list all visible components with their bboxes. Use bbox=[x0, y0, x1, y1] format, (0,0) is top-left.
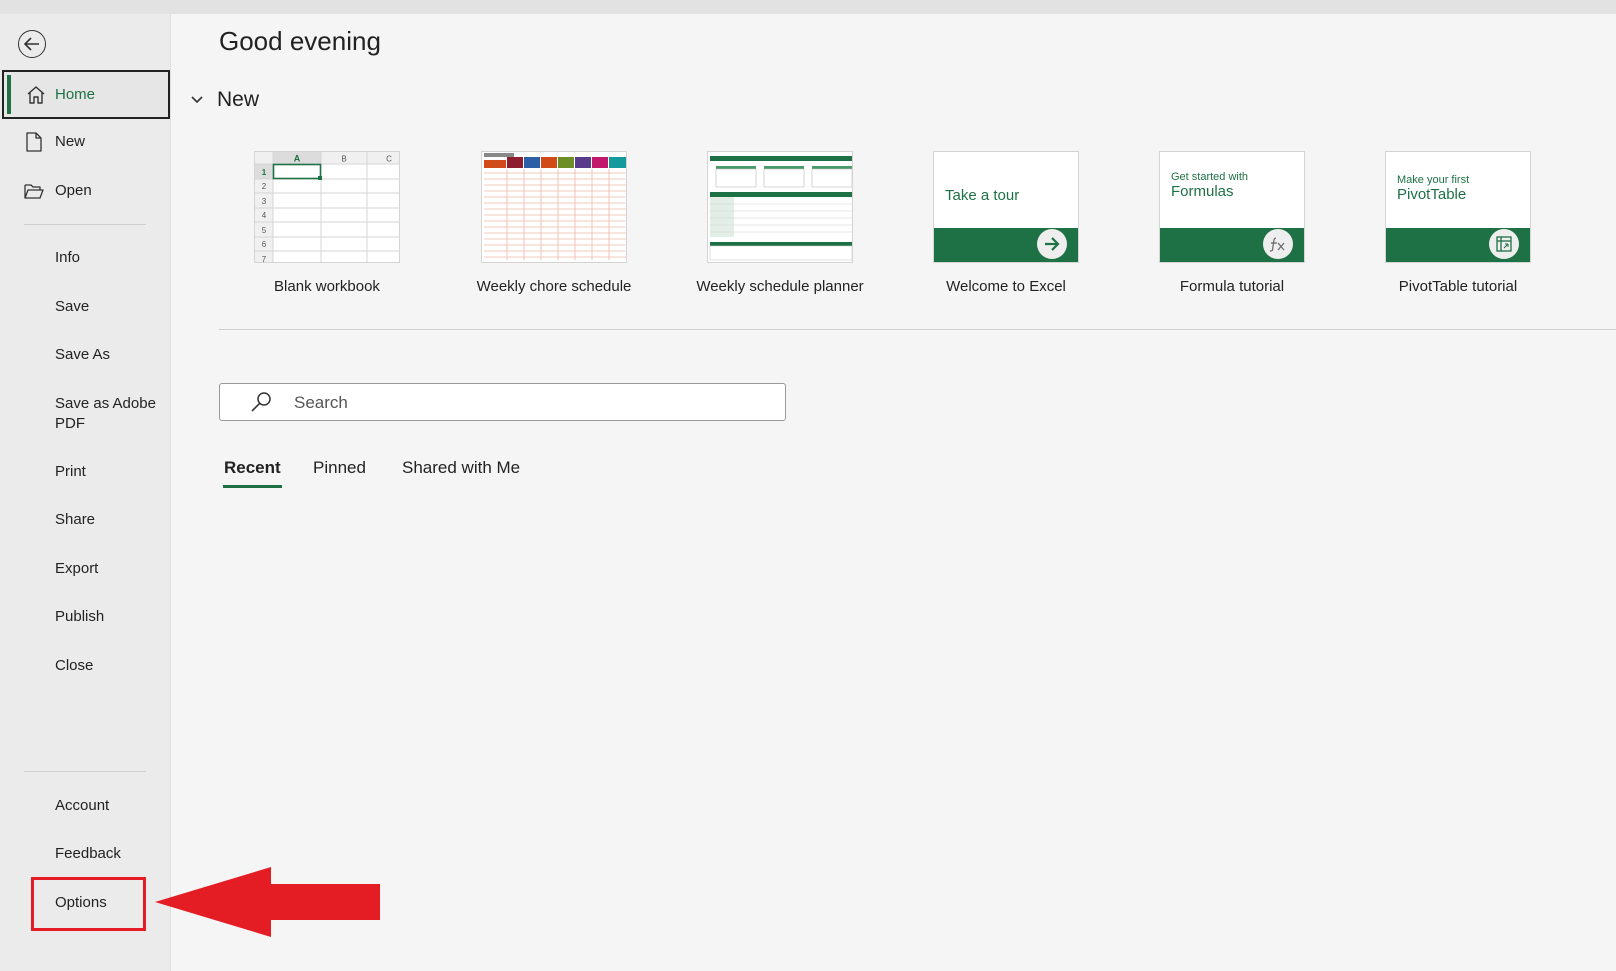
sidebar-item-save-as[interactable]: Save As bbox=[0, 335, 170, 375]
tab-shared-with-me[interactable]: Shared with Me bbox=[402, 458, 520, 478]
sidebar-item-label: Open bbox=[55, 182, 92, 199]
row-header: 6 bbox=[262, 240, 267, 249]
sidebar-item-publish[interactable]: Publish bbox=[0, 597, 170, 637]
sidebar-item-close[interactable]: Close bbox=[0, 646, 170, 686]
home-icon bbox=[26, 85, 46, 105]
chore-schedule-thumbnail bbox=[481, 151, 627, 263]
formula-tutorial-thumbnail: Get started with Formulas bbox=[1159, 151, 1305, 263]
row-header: 2 bbox=[262, 182, 267, 191]
sidebar-item-new[interactable]: New bbox=[0, 122, 170, 162]
tab-pinned[interactable]: Pinned bbox=[313, 458, 366, 478]
sidebar-item-account[interactable]: Account bbox=[0, 786, 170, 826]
column-header-c: C bbox=[386, 155, 392, 164]
template-weekly-chore-schedule[interactable]: Weekly chore schedule bbox=[454, 151, 654, 295]
column-header-a: A bbox=[294, 154, 301, 164]
title-bar-strip bbox=[0, 0, 1616, 14]
pivot-table-icon bbox=[1489, 229, 1519, 259]
template-weekly-schedule-planner[interactable]: Weekly schedule planner bbox=[680, 151, 880, 295]
sidebar-divider bbox=[24, 771, 146, 772]
back-button[interactable] bbox=[18, 30, 46, 58]
sidebar-item-label: Feedback bbox=[55, 845, 121, 862]
template-pivottable-tutorial[interactable]: Make your first PivotTable PivotTable tu… bbox=[1358, 151, 1558, 295]
sidebar-item-print[interactable]: Print bbox=[0, 452, 170, 492]
backstage-sidebar: Home New Open Info Save Save As Save as … bbox=[0, 14, 171, 971]
backstage-main: Good evening New A B C 1 2 3 4 5 6 7 Bla… bbox=[171, 14, 1616, 971]
arrow-right-icon bbox=[1037, 229, 1067, 259]
sidebar-item-label: Share bbox=[55, 511, 96, 528]
search-box[interactable] bbox=[219, 383, 786, 422]
template-label: Blank workbook bbox=[274, 278, 380, 295]
template-label: Weekly chore schedule bbox=[476, 278, 632, 295]
thumbnail-text: Get started with bbox=[1171, 171, 1249, 183]
page-title: Good evening bbox=[219, 26, 381, 56]
thumbnail-text: Take a tour bbox=[945, 187, 1020, 204]
new-section-toggle[interactable]: New bbox=[191, 88, 259, 112]
chevron-down-icon bbox=[191, 96, 203, 104]
tab-recent[interactable]: Recent bbox=[223, 458, 282, 488]
schedule-planner-thumbnail bbox=[707, 151, 853, 263]
options-highlight-box bbox=[31, 877, 146, 931]
function-fx-icon bbox=[1263, 229, 1293, 259]
sidebar-item-export[interactable]: Export bbox=[0, 549, 170, 589]
sidebar-item-label: Close bbox=[55, 657, 94, 674]
search-input[interactable] bbox=[292, 384, 776, 422]
template-label: Weekly schedule planner bbox=[696, 278, 864, 295]
template-welcome-to-excel[interactable]: Take a tour Welcome to Excel bbox=[906, 151, 1106, 295]
column-header-b: B bbox=[341, 155, 346, 164]
thumbnail-text: Formulas bbox=[1171, 183, 1234, 200]
thumbnail-text: Make your first bbox=[1397, 174, 1470, 186]
template-label: Welcome to Excel bbox=[946, 278, 1066, 295]
back-arrow-icon bbox=[24, 37, 39, 51]
search-icon bbox=[251, 392, 271, 412]
sidebar-item-label: Info bbox=[55, 249, 81, 266]
sidebar-item-label: Account bbox=[55, 797, 110, 814]
blank-workbook-thumbnail: A B C 1 2 3 4 5 6 7 bbox=[254, 151, 400, 263]
template-label: Formula tutorial bbox=[1179, 278, 1285, 295]
sidebar-item-feedback[interactable]: Feedback bbox=[0, 834, 170, 874]
thumbnail-text: PivotTable bbox=[1397, 186, 1467, 203]
sidebar-item-share[interactable]: Share bbox=[0, 500, 170, 540]
row-header: 4 bbox=[262, 211, 267, 220]
sidebar-item-label: New bbox=[55, 133, 86, 150]
sidebar-item-open[interactable]: Open bbox=[0, 171, 170, 211]
row-header: 1 bbox=[262, 168, 267, 177]
sidebar-item-label-line2: PDF bbox=[55, 415, 85, 432]
pivottable-tutorial-thumbnail: Make your first PivotTable bbox=[1385, 151, 1531, 263]
sidebar-item-label: Print bbox=[55, 463, 86, 480]
sidebar-item-label: Publish bbox=[55, 608, 105, 625]
sidebar-item-label: Save bbox=[55, 298, 90, 315]
sidebar-divider bbox=[24, 224, 146, 225]
new-section-title: New bbox=[217, 88, 260, 111]
template-formula-tutorial[interactable]: Get started with Formulas Formula tutori… bbox=[1132, 151, 1332, 295]
sidebar-item-label: Home bbox=[55, 85, 96, 103]
new-document-icon bbox=[24, 132, 44, 152]
sidebar-item-save[interactable]: Save bbox=[0, 287, 170, 327]
sidebar-item-info[interactable]: Info bbox=[0, 238, 170, 278]
row-header: 5 bbox=[262, 226, 267, 235]
template-blank-workbook[interactable]: A B C 1 2 3 4 5 6 7 Blank workbook bbox=[227, 151, 427, 295]
sidebar-item-label: Export bbox=[55, 560, 99, 577]
template-label: PivotTable tutorial bbox=[1398, 278, 1518, 295]
sidebar-item-label: Save as Adobe bbox=[55, 395, 156, 412]
sidebar-item-label: Save As bbox=[55, 346, 111, 363]
section-divider bbox=[219, 329, 1616, 330]
row-header: 3 bbox=[262, 197, 267, 206]
row-header: 7 bbox=[262, 255, 267, 263]
welcome-thumbnail: Take a tour bbox=[933, 151, 1079, 263]
sidebar-item-home[interactable]: Home bbox=[2, 70, 170, 119]
sidebar-item-save-as-adobe-pdf[interactable]: Save as Adobe PDF bbox=[0, 393, 170, 435]
open-folder-icon bbox=[24, 181, 44, 201]
